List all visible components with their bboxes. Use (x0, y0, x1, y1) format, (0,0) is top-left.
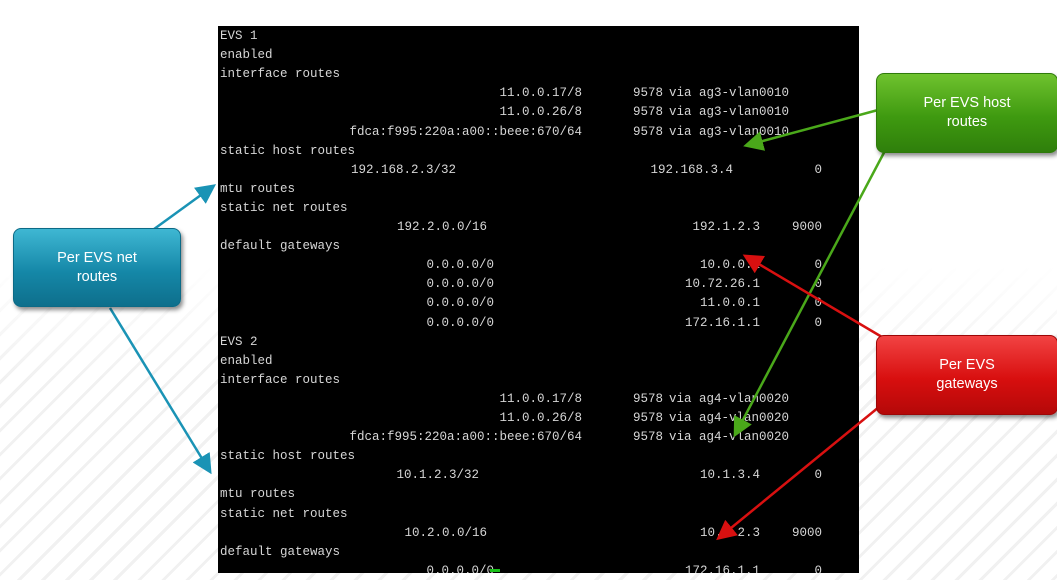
callout-text: Per EVS net (57, 249, 137, 266)
gateway-arrow-up (742, 254, 888, 342)
callout-text: routes (946, 114, 988, 130)
callout-text: Per EVS (939, 357, 995, 373)
callout-text: gateways (936, 376, 998, 392)
callout-text: routes (76, 268, 118, 285)
callout-per-evs-gateways: Per EVS gateways (876, 335, 1057, 415)
host-arrow-down (733, 144, 890, 438)
host-arrow-up (743, 108, 879, 151)
net-arrow-up (149, 184, 217, 234)
callout-per-evs-host-routes: Per EVS host routes (876, 73, 1057, 153)
net-arrow-down (108, 307, 212, 475)
callout-per-evs-net-routes: Per EVS net routes (13, 228, 181, 307)
gateway-arrow-down (716, 397, 891, 541)
callout-text: Per EVS host (923, 95, 1011, 111)
